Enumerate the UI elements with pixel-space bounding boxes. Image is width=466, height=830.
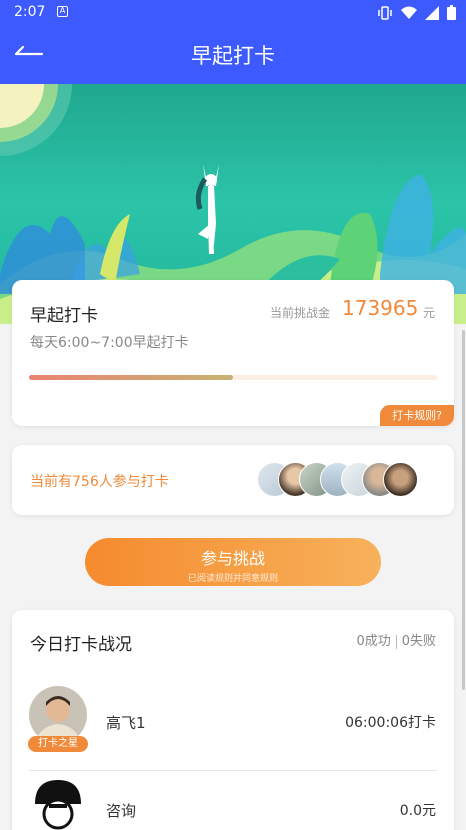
- row-divider: [29, 770, 437, 771]
- battery-icon: [447, 5, 456, 20]
- a-notification-icon: A: [57, 6, 68, 17]
- user-name: 咨询: [106, 802, 137, 820]
- join-sub-label: 已阅读规则并同意规则: [187, 574, 278, 584]
- progress-fill: [29, 375, 233, 380]
- stats-divider: [395, 634, 397, 649]
- wifi-icon: [401, 6, 417, 19]
- challenge-card: 早起打卡 每天6:00~7:00早起打卡 当前挑战金 173965 元 打卡规则…: [12, 280, 454, 426]
- list-item[interactable]: 咨询 0.0元: [12, 772, 454, 830]
- status-icons: [377, 5, 456, 20]
- challenge-schedule: 每天6:00~7:00早起打卡: [30, 335, 189, 351]
- status-time: 2:07: [14, 4, 46, 20]
- today-title: 今日打卡战况: [30, 635, 132, 655]
- participant-avatar: [383, 462, 418, 497]
- pool-unit: 元: [423, 306, 436, 320]
- fail-count: 0失败: [401, 634, 436, 649]
- signal-icon: [425, 5, 439, 20]
- participants-text: 当前有756人参与打卡: [30, 474, 169, 490]
- list-item[interactable]: 打卡之星 高飞1 06:00:06打卡: [12, 684, 454, 768]
- avatar: [29, 774, 87, 830]
- join-label: 参与挑战: [200, 549, 265, 568]
- today-status-card: 今日打卡战况 0成功 0失败 打卡之星 高飞1 06:00:06打卡 咨询 0.0…: [12, 610, 454, 830]
- scrollbar[interactable]: [462, 330, 465, 690]
- participants-card[interactable]: 当前有756人参与打卡: [12, 445, 454, 515]
- vibrate-icon: [378, 5, 392, 20]
- success-count: 0成功: [356, 634, 391, 649]
- app-bar: 早起打卡: [0, 25, 466, 84]
- join-challenge-button[interactable]: 参与挑战 已阅读规则并同意规则: [85, 538, 381, 586]
- star-badge: 打卡之星: [28, 736, 88, 752]
- pool-amount: 173965: [342, 296, 419, 320]
- reward-value: 0.0元: [399, 803, 436, 819]
- page-title: 早起打卡: [191, 44, 275, 68]
- today-stats: 0成功 0失败: [356, 630, 436, 649]
- challenge-name: 早起打卡: [30, 306, 98, 326]
- status-bar: 2:07 A: [0, 0, 466, 25]
- user-name: 高飞1: [106, 714, 146, 732]
- pool-label: 当前挑战金: [270, 306, 331, 320]
- participant-avatars: [257, 462, 418, 497]
- checkin-time: 06:00:06打卡: [345, 715, 436, 731]
- progress-bar: [29, 375, 437, 380]
- rules-button[interactable]: 打卡规则?: [380, 405, 454, 426]
